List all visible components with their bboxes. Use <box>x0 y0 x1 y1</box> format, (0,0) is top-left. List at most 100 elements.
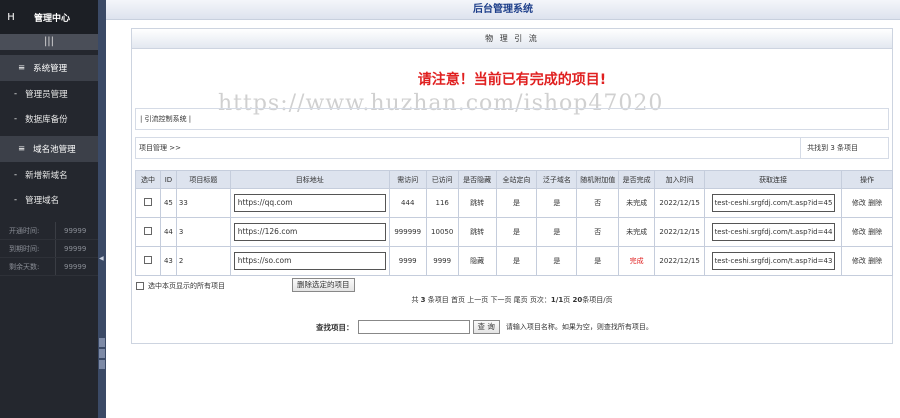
column-header: 操作 <box>841 170 893 189</box>
target-url-input[interactable]: https://126.com <box>233 223 386 241</box>
bullet-icon: - <box>14 113 18 124</box>
stat-value: 99999 <box>64 227 87 235</box>
column-header: 项目标题 <box>175 170 231 189</box>
edit-link[interactable]: 修改 <box>852 228 866 236</box>
search-label: 查找项目： <box>316 322 354 332</box>
cell-time: 2022/12/15 <box>654 217 706 247</box>
delete-link[interactable]: 删除 <box>868 199 882 207</box>
cell-status: 未完成 <box>618 217 656 247</box>
stat-key: 剩余天数: <box>0 258 56 275</box>
menu-toggle-icon[interactable]: ||| <box>0 34 98 50</box>
cell-need: 444 <box>388 188 427 218</box>
pager-text: 共 <box>411 296 421 304</box>
cell-site: 是 <box>495 188 538 218</box>
sidebar-collapse-rail[interactable]: ◀ <box>98 0 106 418</box>
table-header-row: 选中 ID 项目标题 目标地址 需访问 已访问 是否隐藏 全站定向 泛子域名 随… <box>135 170 893 189</box>
row-checkbox[interactable] <box>143 256 152 264</box>
stat-value: 99999 <box>64 245 87 253</box>
sidebar-item-label: 管理员管理 <box>25 89 68 100</box>
sidebar-item-new-domain[interactable]: - 新增新域名 <box>0 162 98 187</box>
column-header: ID <box>159 170 177 189</box>
link-input[interactable]: test-ceshi.srgfdj.com/t.asp?id=45 <box>711 194 835 212</box>
stat-key: 开通时间: <box>0 222 56 239</box>
stat-value: 99999 <box>64 263 87 271</box>
cell-id: 44 <box>159 217 177 247</box>
column-header: 全站定向 <box>495 170 538 189</box>
cell-done: 116 <box>425 188 459 218</box>
cell-site: 是 <box>495 217 538 247</box>
sidebar-section-system[interactable]: ≡ 系统管理 <box>0 55 98 81</box>
logo: H <box>7 11 15 23</box>
cell-id: 43 <box>159 246 177 276</box>
sidebar-item-manage-domain[interactable]: - 管理域名 <box>0 187 98 212</box>
sidebar-item-backup[interactable]: - 数据库备份 <box>0 106 98 131</box>
cell-hidden: 跳转 <box>457 217 497 247</box>
sidebar-item-label: 新增新域名 <box>25 170 68 181</box>
table-row: 44 3 https://126.com 999999 10050 跳转 是 是… <box>135 217 893 247</box>
collapse-arrow-icon[interactable]: ◀ <box>99 255 104 262</box>
cell-sub: 是 <box>536 217 578 247</box>
delete-selected-button[interactable]: 删除选定的项目 <box>292 278 355 292</box>
sidebar-section-label: 域名池管理 <box>33 145 76 155</box>
column-header: 获取连接 <box>704 170 843 189</box>
pager-nav[interactable]: 条项目 首页 上一页 下一页 尾页 页次： <box>426 296 551 304</box>
stat-row: 剩余天数: 99999 <box>0 258 98 276</box>
cell-title: 33 <box>175 188 231 218</box>
cell-title: 2 <box>175 246 231 276</box>
search-input[interactable] <box>357 320 470 334</box>
sidebar-item-admin[interactable]: - 管理员管理 <box>0 81 98 106</box>
sidebar-section-domain[interactable]: ≡ 域名池管理 <box>0 136 98 162</box>
result-count: 共找到 3 条项目 <box>800 138 888 158</box>
cell-site: 是 <box>495 246 538 276</box>
cell-rand: 是 <box>576 246 620 276</box>
stat-key: 到期时间: <box>0 240 56 257</box>
bulk-actions: 选中本页显示的所有项目 删除选定的项目 <box>136 278 890 293</box>
sidebar-header: H 管理中心 <box>0 0 98 34</box>
sidebar-item-label: 管理域名 <box>25 195 60 206</box>
cell-hidden: 隐藏 <box>457 246 497 276</box>
edit-link[interactable]: 修改 <box>852 199 866 207</box>
account-stats: 开通时间: 99999 到期时间: 99999 剩余天数: 99999 <box>0 222 98 276</box>
link-input[interactable]: test-ceshi.srgfdj.com/t.asp?id=44 <box>711 223 835 241</box>
menu-icon: ≡ <box>18 144 26 154</box>
column-header: 选中 <box>135 170 161 189</box>
search-bar: 查找项目： 查 询 请输入项目名称。如果为空，则查找所有项目。 <box>316 320 653 334</box>
project-management-bar: 项目管理 >> 共找到 3 条项目 <box>135 137 889 159</box>
edit-link[interactable]: 修改 <box>852 257 866 265</box>
table-row: 43 2 https://so.com 9999 9999 隐藏 是 是 是 完… <box>135 246 893 276</box>
row-checkbox[interactable] <box>143 227 152 235</box>
rail-tab[interactable] <box>99 349 105 358</box>
search-hint: 请输入项目名称。如果为空，则查找所有项目。 <box>505 323 653 331</box>
alert-notice: 请注意！当前已有完成的项目! <box>417 72 607 88</box>
select-all-checkbox[interactable] <box>136 282 144 290</box>
bullet-icon: - <box>14 88 18 99</box>
cell-rand: 否 <box>576 188 620 218</box>
target-url-input[interactable]: https://qq.com <box>233 194 386 212</box>
main-panel: 物 理 引 流 请注意！当前已有完成的项目! https://www.huzha… <box>131 28 893 344</box>
rail-tabs <box>99 338 105 371</box>
rail-tab[interactable] <box>99 360 105 369</box>
link-input[interactable]: test-ceshi.srgfdj.com/t.asp?id=43 <box>711 252 835 270</box>
page-indicator: 1/1 <box>550 296 564 304</box>
cell-done: 10050 <box>425 217 459 247</box>
row-checkbox[interactable] <box>143 198 152 206</box>
column-header: 随机附加值 <box>576 170 620 189</box>
delete-link[interactable]: 删除 <box>868 257 882 265</box>
delete-link[interactable]: 删除 <box>868 228 882 236</box>
column-header: 泛子域名 <box>536 170 578 189</box>
cell-need: 9999 <box>388 246 427 276</box>
cell-sub: 是 <box>536 188 578 218</box>
column-header: 加入时间 <box>654 170 706 189</box>
target-url-input[interactable]: https://so.com <box>233 252 386 270</box>
stat-row: 到期时间: 99999 <box>0 240 98 258</box>
rail-tab[interactable] <box>99 338 105 347</box>
cell-hidden: 跳转 <box>457 188 497 218</box>
menu-icon: ≡ <box>18 63 26 73</box>
breadcrumb: 项目管理 >> <box>139 144 181 152</box>
search-button[interactable]: 查 询 <box>472 320 500 334</box>
column-header: 已访问 <box>425 170 459 189</box>
cell-done: 9999 <box>425 246 459 276</box>
panel-title: 物 理 引 流 <box>132 29 892 49</box>
cell-time: 2022/12/15 <box>654 246 706 276</box>
cell-sub: 是 <box>536 246 578 276</box>
